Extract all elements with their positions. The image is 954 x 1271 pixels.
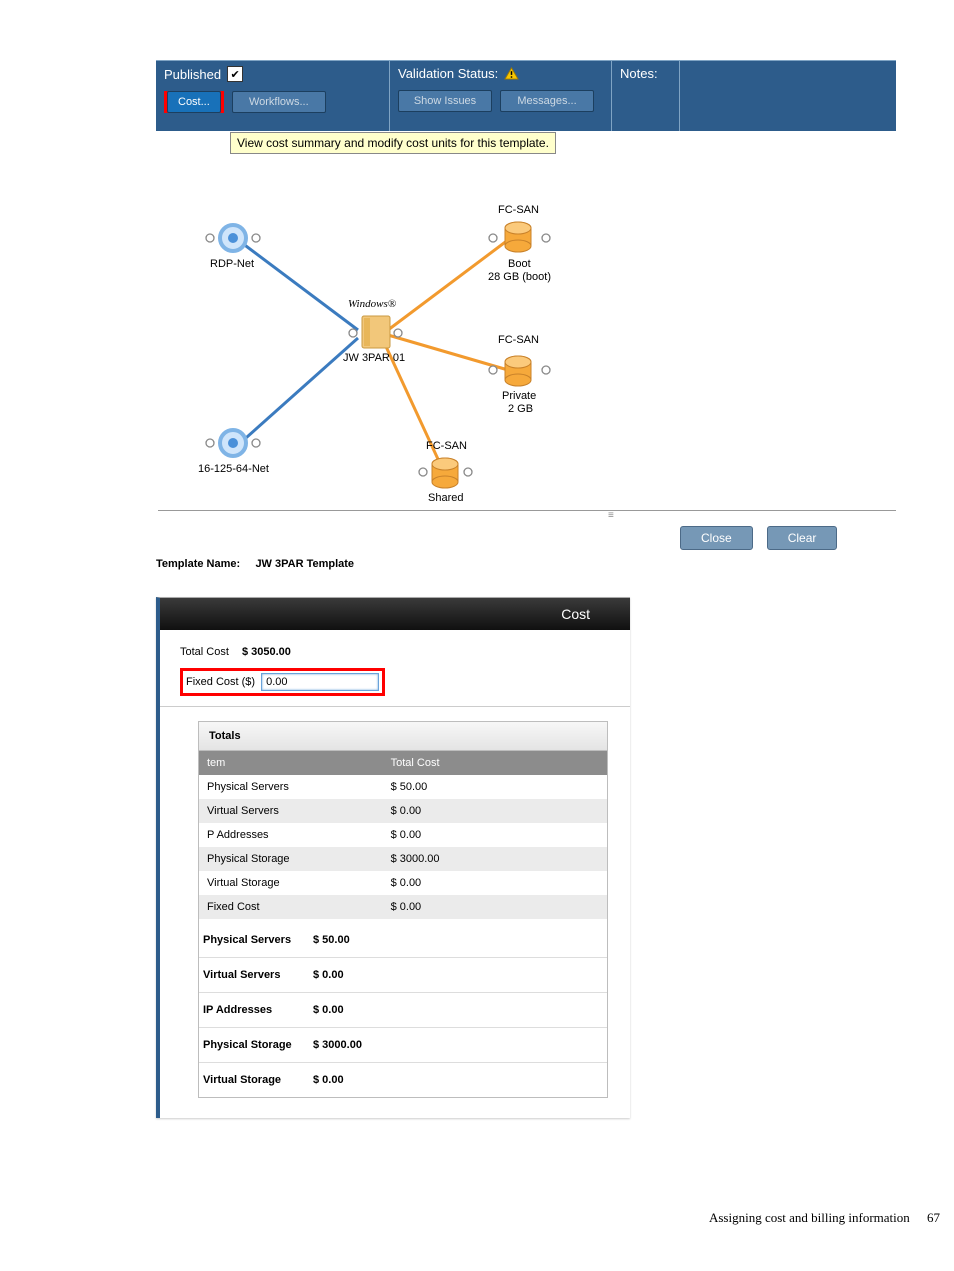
item-cell: Physical Servers [199, 775, 383, 799]
col-item: tem [199, 751, 383, 775]
summary-row: Physical Servers$ 50.00 [199, 923, 607, 958]
boot-label2: 28 GB (boot) [488, 271, 551, 283]
fixed-cost-label: Fixed Cost ($) [186, 676, 255, 688]
private-label2: 2 GB [508, 403, 533, 415]
summary-label: Physical Servers [203, 934, 313, 946]
table-row: Physical Storage$ 3000.00 [199, 847, 607, 871]
summary-row: Virtual Storage$ 0.00 [199, 1063, 607, 1097]
topology-diagram: RDP-Net 16-125-64-Net Windows® JW 3PAR 0… [158, 180, 896, 511]
summary-value: $ 50.00 [313, 934, 350, 946]
net-16-label: 16-125-64-Net [198, 463, 269, 475]
item-cell: Virtual Servers [199, 799, 383, 823]
table-row: P Addresses$ 0.00 [199, 823, 607, 847]
table-row: Virtual Servers$ 0.00 [199, 799, 607, 823]
fixed-cost-highlight: Fixed Cost ($) [180, 668, 385, 696]
cost-dialog: Cost Total Cost $ 3050.00 Fixed Cost ($)… [156, 597, 630, 1118]
table-row: Virtual Storage$ 0.00 [199, 871, 607, 895]
summary-row: Virtual Servers$ 0.00 [199, 958, 607, 993]
toolbar: Published ✔ Cost... Workflows... Validat… [156, 60, 896, 130]
windows-label: Windows® [348, 298, 396, 310]
published-checkbox[interactable]: ✔ [227, 66, 243, 82]
table-row: Fixed Cost$ 0.00 [199, 895, 607, 919]
clear-button[interactable]: Clear [767, 526, 838, 550]
item-cell: Physical Storage [199, 847, 383, 871]
fcsan2-label: FC-SAN [498, 334, 539, 346]
messages-button[interactable]: Messages... [500, 90, 594, 112]
cost-dialog-title: Cost [160, 598, 630, 630]
template-name-value: JW 3PAR Template [255, 558, 354, 570]
fcsan1-label: FC-SAN [498, 204, 539, 216]
validation-status-label: Validation Status: [398, 66, 498, 81]
cost-tooltip: View cost summary and modify cost units … [230, 132, 556, 154]
summary-label: Physical Storage [203, 1039, 313, 1051]
col-total: Total Cost [383, 751, 607, 775]
totals-title: Totals [199, 722, 607, 751]
published-label: Published [164, 67, 221, 82]
warning-icon [504, 67, 519, 80]
summary-value: $ 3000.00 [313, 1039, 362, 1051]
summary-value: $ 0.00 [313, 1074, 344, 1086]
cost-cell: $ 3000.00 [383, 847, 607, 871]
summary-value: $ 0.00 [313, 1004, 344, 1016]
summary-label: IP Addresses [203, 1004, 313, 1016]
summary-row: IP Addresses$ 0.00 [199, 993, 607, 1028]
cost-cell: $ 0.00 [383, 823, 607, 847]
item-cell: P Addresses [199, 823, 383, 847]
summary-label: Virtual Servers [203, 969, 313, 981]
summary-label: Virtual Storage [203, 1074, 313, 1086]
summary-row: Physical Storage$ 3000.00 [199, 1028, 607, 1063]
template-name-row: Template Name: JW 3PAR Template [156, 558, 354, 570]
shared-label: Shared [428, 492, 463, 504]
page-footer: Assigning cost and billing information 6… [0, 1210, 940, 1226]
fixed-cost-input[interactable] [261, 673, 379, 691]
notes-label: Notes: [620, 66, 658, 81]
total-cost-label: Total Cost [180, 646, 229, 658]
footer-text: Assigning cost and billing information [709, 1210, 910, 1225]
summary-list: Physical Servers$ 50.00Virtual Servers$ … [199, 923, 607, 1097]
close-button[interactable]: Close [680, 526, 753, 550]
rdp-net-label: RDP-Net [210, 258, 254, 270]
cost-cell: $ 0.00 [383, 799, 607, 823]
page-number: 67 [927, 1210, 940, 1225]
cost-button[interactable]: Cost... [167, 91, 221, 113]
cost-button-highlight: Cost... [164, 91, 224, 113]
show-issues-button[interactable]: Show Issues [398, 90, 492, 112]
private-label1: Private [502, 390, 536, 402]
drag-handle-icon[interactable]: ≡ [608, 510, 615, 521]
fcsan3-label: FC-SAN [426, 440, 467, 452]
cost-cell: $ 50.00 [383, 775, 607, 799]
template-name-label: Template Name: [156, 558, 240, 570]
summary-value: $ 0.00 [313, 969, 344, 981]
boot-label1: Boot [508, 258, 531, 270]
totals-panel: Totals tem Total Cost Physical Servers$ … [198, 721, 608, 1098]
totals-table: tem Total Cost Physical Servers$ 50.00Vi… [199, 751, 607, 919]
workflows-button[interactable]: Workflows... [232, 91, 326, 113]
total-cost-value: $ 3050.00 [242, 646, 291, 658]
item-cell: Fixed Cost [199, 895, 383, 919]
item-cell: Virtual Storage [199, 871, 383, 895]
jw3par-label: JW 3PAR 01 [343, 352, 405, 364]
cost-cell: $ 0.00 [383, 895, 607, 919]
table-row: Physical Servers$ 50.00 [199, 775, 607, 799]
cost-cell: $ 0.00 [383, 871, 607, 895]
